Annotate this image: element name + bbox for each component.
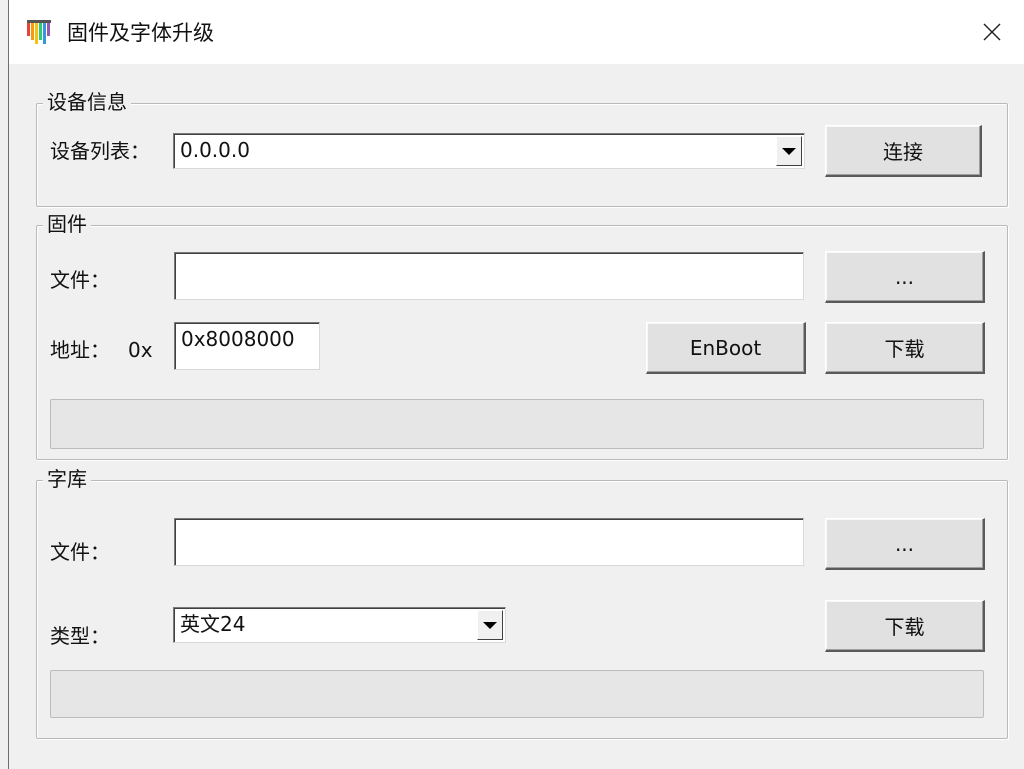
device-info-legend: 设备信息	[43, 89, 131, 115]
chevron-down-icon	[782, 147, 796, 155]
font-file-field[interactable]	[174, 518, 804, 566]
enboot-button[interactable]: EnBoot	[646, 322, 806, 374]
firmware-download-button[interactable]: 下载	[825, 322, 985, 374]
window-title: 固件及字体升级	[67, 21, 214, 45]
dialog-window: 固件及字体升级 设备信息 设备列表： 0.0.0.0 连接 固件 文件： ...…	[0, 0, 1024, 769]
font-browse-button[interactable]: ...	[825, 518, 985, 570]
firmware-address-field[interactable]: 0x8008000	[174, 322, 320, 370]
font-download-button[interactable]: 下载	[825, 600, 985, 652]
firmware-browse-button[interactable]: ...	[825, 251, 985, 303]
device-list-label: 设备列表：	[50, 139, 150, 163]
font-type-value: 英文24	[180, 612, 246, 636]
font-type-label: 类型：	[50, 624, 110, 648]
font-progress-bar	[50, 670, 984, 718]
wy-logo-icon	[27, 20, 51, 44]
title-bar: 固件及字体升级	[9, 0, 1024, 64]
device-list-dropdown-button[interactable]	[776, 136, 802, 166]
firmware-address-prefix: 0x	[128, 338, 153, 362]
firmware-file-label: 文件：	[50, 268, 110, 292]
font-type-combo[interactable]: 英文24	[173, 607, 506, 643]
firmware-progress-bar	[50, 399, 984, 449]
close-icon	[983, 23, 1001, 41]
device-list-combo[interactable]: 0.0.0.0	[173, 133, 805, 169]
firmware-file-field[interactable]	[174, 252, 804, 300]
connect-button[interactable]: 连接	[825, 125, 982, 177]
firmware-address-label: 地址：	[50, 338, 110, 362]
window-border	[8, 0, 9, 769]
device-list-value: 0.0.0.0	[180, 138, 250, 162]
font-library-legend: 字库	[43, 466, 91, 492]
font-type-dropdown-button[interactable]	[477, 610, 503, 640]
chevron-down-icon	[483, 621, 497, 629]
firmware-legend: 固件	[43, 211, 91, 237]
font-file-label: 文件：	[50, 540, 110, 564]
close-button[interactable]	[960, 0, 1024, 64]
